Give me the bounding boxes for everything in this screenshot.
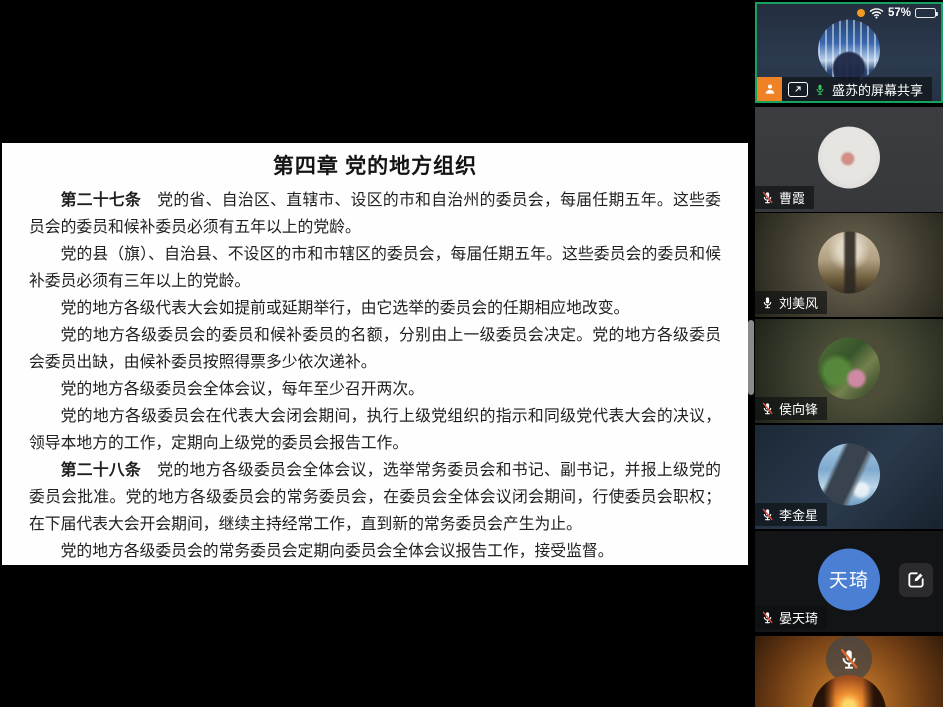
participant-name: 盛苏的屏幕共享 xyxy=(832,82,924,98)
document-paragraph: 党的地方各级委员会在代表大会闭会期间，执行上级党组织的指示和同级党代表大会的决议… xyxy=(29,408,721,452)
document-paragraph: 党的地方各级代表大会如提前或延期举行，由它选举的委员会的任期相应地改变。 xyxy=(60,300,630,317)
participants-sidebar: 57% 盛苏的屏幕共享 曹霞 刘美风 侯向锋 李金星 天琦 晏天琦 xyxy=(755,0,943,707)
annotation-pen-button[interactable] xyxy=(899,562,933,597)
battery-icon xyxy=(915,8,938,18)
document-paragraph: 党的县（旗）、自治县、不设区的市和市辖区的委员会，每届任期五年。这些委员会的委员… xyxy=(29,246,721,290)
battery-percent-label: 57% xyxy=(887,7,911,19)
participant-tile-caoxia[interactable]: 曹霞 xyxy=(755,107,943,212)
participant-name: 侯向锋 xyxy=(779,402,819,417)
mic-on-icon xyxy=(816,84,824,95)
pen-icon xyxy=(908,571,924,588)
participant-label-bar: 侯向锋 xyxy=(755,397,828,420)
shared-document: 第四章 党的地方组织 第二十七条 党的省、自治区、直辖市、设区的市和自治州的委员… xyxy=(2,143,748,565)
meeting-window: 第四章 党的地方组织 第二十七条 党的省、自治区、直辖市、设区的市和自治州的委员… xyxy=(0,0,943,707)
participant-label-bar: 晏天琦 xyxy=(755,606,828,629)
participant-tile-bottom-partial[interactable] xyxy=(755,636,943,707)
mic-on-icon xyxy=(763,297,772,309)
mic-muted-icon xyxy=(762,402,773,415)
avatar xyxy=(818,126,880,189)
participant-name: 李金星 xyxy=(779,508,819,523)
document-scrollbar-thumb[interactable] xyxy=(748,320,754,395)
mic-muted-icon xyxy=(762,508,773,521)
participant-label-bar: 盛苏的屏幕共享 xyxy=(757,77,933,101)
participant-tile-houxiangfeng[interactable]: 侯向锋 xyxy=(755,319,943,423)
avatar xyxy=(818,337,880,400)
avatar-text: 天琦 xyxy=(828,570,869,592)
avatar xyxy=(818,231,880,294)
participant-tile-lijinxing[interactable]: 李金星 xyxy=(755,425,943,529)
device-status-bar: 57% xyxy=(856,7,938,19)
participant-tile-shengsu-screenshare[interactable]: 57% 盛苏的屏幕共享 xyxy=(755,2,943,103)
document-title: 第四章 党的地方组织 xyxy=(272,154,478,178)
participant-name: 晏天琦 xyxy=(779,611,819,626)
document-paragraph: 党的地方各级委员会的常务委员会定期向委员会全体会议报告工作，接受监督。 xyxy=(60,543,614,560)
participant-label-bar: 曹霞 xyxy=(755,186,815,209)
mic-muted-icon xyxy=(762,191,773,204)
recording-dot-icon xyxy=(856,9,865,17)
avatar xyxy=(818,443,880,506)
document-paragraph: 党的地方各级委员会的委员和候补委员的名额，分别由上一级委员会决定。党的地方各级委… xyxy=(29,327,721,371)
avatar xyxy=(812,675,886,707)
mic-muted-icon xyxy=(762,611,773,624)
document-paragraph: 第二十七条 党的省、自治区、直辖市、设区的市和自治州的委员会，每届任期五年。这些… xyxy=(29,192,721,236)
participant-tile-liumeifeng[interactable]: 刘美风 xyxy=(755,213,943,317)
wifi-icon xyxy=(869,8,884,19)
avatar-initials: 天琦 xyxy=(818,548,880,611)
participant-label-bar: 李金星 xyxy=(755,503,828,526)
document-paragraph: 党的地方各级委员会全体会议，每年至少召开两次。 xyxy=(60,381,424,398)
host-badge-icon xyxy=(757,77,782,101)
document-paragraph: 第二十八条 党的地方各级委员会全体会议，选举常务委员会和书记、副书记，并报上级党… xyxy=(29,462,721,533)
screen-share-icon xyxy=(788,81,808,97)
participant-tile-yantianqi[interactable]: 天琦 晏天琦 xyxy=(755,531,943,632)
participant-name: 刘美风 xyxy=(779,296,819,311)
participant-name: 曹霞 xyxy=(779,191,806,206)
avatar xyxy=(818,19,880,82)
participant-label-bar: 刘美风 xyxy=(755,291,828,314)
